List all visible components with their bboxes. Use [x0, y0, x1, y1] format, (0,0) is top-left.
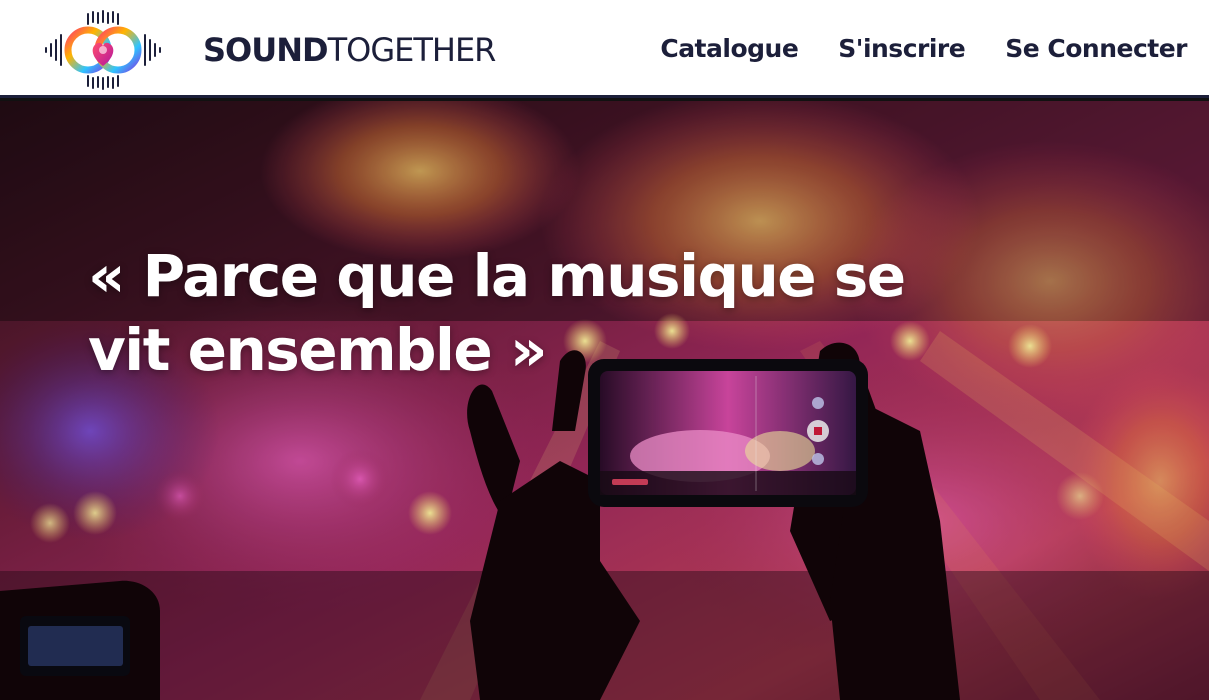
- concert-crowd-phone-photo: [0, 101, 1209, 700]
- hero-tagline: « Parce que la musique se vit ensemble »: [88, 242, 906, 384]
- brand-name-bold: SOUND: [203, 31, 329, 69]
- brand-name[interactable]: SOUNDTOGETHER: [203, 30, 497, 70]
- nav-signup-link[interactable]: S'inscrire: [838, 32, 965, 66]
- soundwave-heart-logo-icon[interactable]: [42, 10, 166, 90]
- main-nav: Catalogue S'inscrire Se Connecter: [660, 32, 1187, 66]
- hero-section: « Parce que la musique se vit ensemble »: [0, 101, 1209, 700]
- site-header: SOUNDTOGETHER Catalogue S'inscrire Se Co…: [0, 0, 1209, 98]
- nav-catalogue-link[interactable]: Catalogue: [660, 32, 798, 66]
- brand-name-light: TOGETHER: [327, 31, 497, 69]
- nav-login-link[interactable]: Se Connecter: [1005, 32, 1187, 66]
